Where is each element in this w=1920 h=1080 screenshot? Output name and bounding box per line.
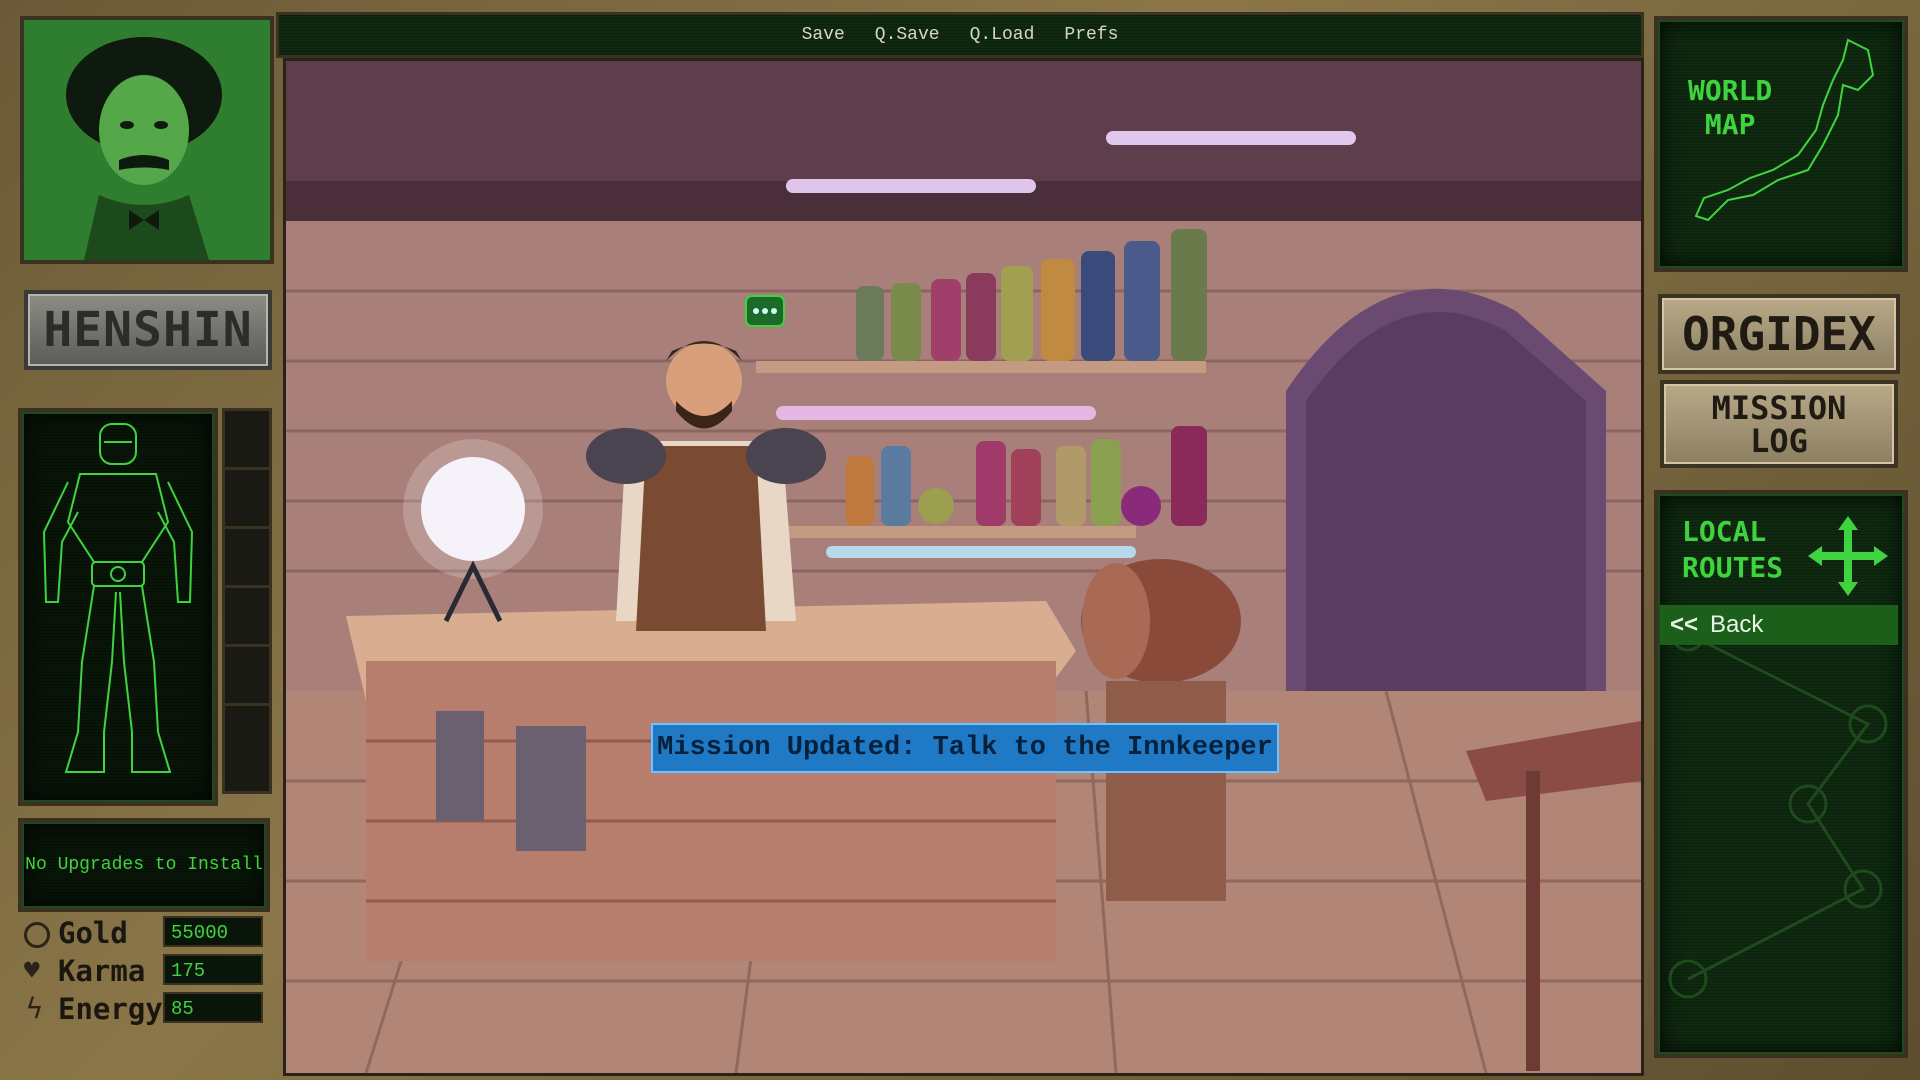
prefs-button[interactable]: Prefs bbox=[1064, 25, 1118, 45]
move-arrows-icon bbox=[1808, 516, 1888, 596]
mission-log-button[interactable]: MISSION LOG bbox=[1660, 380, 1898, 468]
lightning-icon: ϟ bbox=[26, 992, 43, 1025]
local-routes-label-2: ROUTES bbox=[1682, 551, 1784, 584]
gold-label: Gold bbox=[58, 916, 128, 950]
henshin-button[interactable]: HENSHIN bbox=[24, 290, 272, 370]
mech-suit-display bbox=[18, 408, 218, 806]
upgrade-slots bbox=[222, 408, 272, 794]
world-map-button[interactable]: WORLD MAP bbox=[1654, 16, 1908, 272]
mech-suit-icon bbox=[42, 423, 194, 773]
quick-menu: Save Q.Save Q.Load Prefs bbox=[276, 12, 1644, 58]
energy-value: 85 bbox=[163, 992, 263, 1023]
back-label: Back bbox=[1710, 611, 1764, 638]
route-map-icon bbox=[1668, 624, 1888, 999]
henshin-label: HENSHIN bbox=[43, 302, 253, 358]
orgidex-label: ORGIDEX bbox=[1682, 307, 1876, 361]
gold-value: 55000 bbox=[163, 916, 263, 947]
japan-map-icon bbox=[1694, 38, 1875, 222]
energy-label: Energy bbox=[58, 992, 163, 1026]
quick-save-button[interactable]: Q.Save bbox=[875, 25, 940, 45]
back-icon: << bbox=[1670, 611, 1699, 638]
save-button[interactable]: Save bbox=[802, 25, 845, 45]
upgrade-status-text: No Upgrades to Install bbox=[25, 855, 263, 875]
mission-notification-text: Mission Updated: Talk to the Innkeeper bbox=[657, 733, 1273, 763]
coin-icon bbox=[24, 922, 50, 948]
character-portrait bbox=[20, 16, 274, 264]
orgidex-button[interactable]: ORGIDEX bbox=[1658, 294, 1900, 374]
local-routes-panel: LOCAL ROUTES bbox=[1654, 490, 1908, 1058]
back-button[interactable]: << Back bbox=[1660, 605, 1898, 645]
karma-label: Karma bbox=[58, 954, 146, 988]
mission-log-label-1: MISSION bbox=[1711, 389, 1847, 427]
tavern-scene: Mission Updated: Talk to the Innkeeper bbox=[283, 58, 1644, 1076]
tavern-background bbox=[286, 61, 1641, 1073]
heart-icon: ♥ bbox=[24, 956, 40, 986]
mission-log-label-2: LOG bbox=[1750, 422, 1808, 460]
quick-load-button[interactable]: Q.Load bbox=[970, 25, 1035, 45]
local-routes-label-1: LOCAL bbox=[1682, 515, 1767, 548]
portrait-icon bbox=[24, 20, 270, 260]
karma-value: 175 bbox=[163, 954, 263, 985]
mission-notification: Mission Updated: Talk to the Innkeeper bbox=[651, 723, 1279, 773]
upgrade-status-display: No Upgrades to Install bbox=[18, 818, 270, 912]
